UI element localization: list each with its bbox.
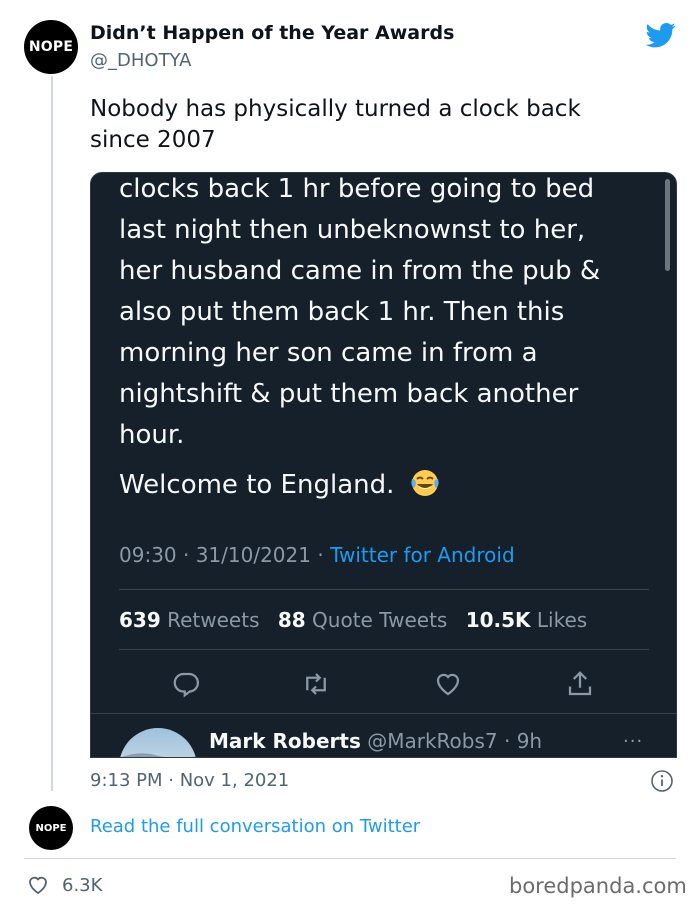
reply-author-name[interactable]: Mark Roberts: [209, 729, 361, 753]
retweets-label[interactable]: Retweets: [167, 608, 259, 632]
thread-line: [51, 76, 53, 791]
reply-avatar[interactable]: [119, 728, 197, 757]
tweet-text: Nobody has physically turned a clock bac…: [90, 96, 581, 153]
heart-icon[interactable]: [26, 873, 50, 897]
likes-count[interactable]: 10.5K: [466, 608, 531, 632]
embed-welcome-line: Welcome to England.: [119, 465, 441, 505]
author-avatar[interactable]: NOPE: [24, 20, 78, 74]
embedded-tweet-screenshot[interactable]: clocks back 1 hr before going to bed las…: [90, 172, 677, 758]
quotes-label[interactable]: Quote Tweets: [312, 608, 447, 632]
bottom-divider: [24, 858, 676, 859]
twitter-bird-icon[interactable]: [644, 20, 678, 50]
reply-author[interactable]: Mark Roberts @MarkRobs7 · 9h: [209, 729, 542, 753]
more-options-icon[interactable]: ···: [623, 731, 643, 752]
reply-author-meta: @MarkRobs7 · 9h: [367, 729, 543, 753]
embed-divider-top: [119, 589, 649, 590]
likes-label[interactable]: Likes: [537, 608, 587, 632]
reply-divider: [91, 713, 676, 714]
embed-body-text: clocks back 1 hr before going to bed las…: [119, 174, 601, 450]
reply-icon[interactable]: [171, 669, 201, 699]
footer-avatar[interactable]: NOPE: [29, 806, 73, 850]
read-conversation-link[interactable]: Read the full conversation on Twitter: [90, 816, 420, 837]
retweets-count[interactable]: 639: [119, 608, 161, 632]
embed-divider-bottom: [119, 649, 649, 650]
quotes-count[interactable]: 88: [278, 608, 306, 632]
tears-of-joy-emoji-icon: [410, 470, 439, 496]
watermark: boredpanda.com: [509, 874, 687, 898]
embed-meta-time: 09:30 · 31/10/2021 ·: [119, 543, 331, 567]
retweet-icon[interactable]: [301, 669, 331, 699]
info-icon[interactable]: [650, 769, 674, 793]
embed-meta-line: 09:30 · 31/10/2021 · Twitter for Android: [119, 543, 515, 567]
share-icon[interactable]: [565, 669, 595, 699]
embed-welcome-text: Welcome to England.: [119, 470, 395, 500]
embed-meta-source[interactable]: Twitter for Android: [330, 543, 515, 567]
like-count[interactable]: 6.3K: [62, 875, 102, 896]
embed-scrollbar[interactable]: [665, 179, 670, 271]
embed-stats: 639 Retweets 88 Quote Tweets 10.5K Likes: [119, 608, 587, 632]
like-icon[interactable]: [433, 669, 463, 699]
author-display-name[interactable]: Didn’t Happen of the Year Awards: [90, 22, 454, 44]
tweet-timestamp[interactable]: 9:13 PM · Nov 1, 2021: [90, 770, 289, 791]
author-handle[interactable]: @_DHOTYA: [90, 50, 191, 71]
